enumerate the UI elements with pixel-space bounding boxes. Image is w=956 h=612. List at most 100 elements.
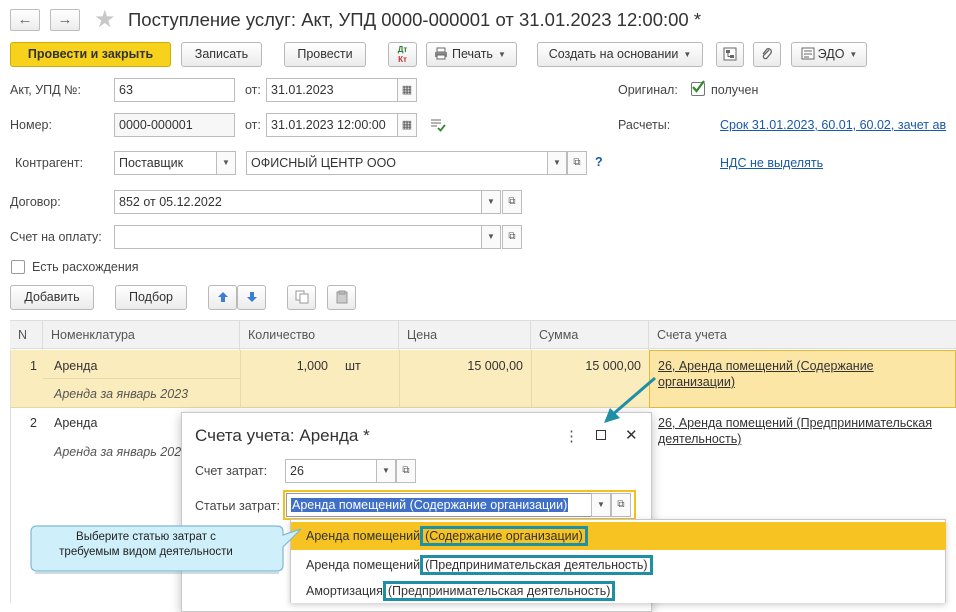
copy-icon: [295, 290, 308, 304]
column-accounts[interactable]: Счета учета: [649, 321, 956, 350]
dropdown-item-name: Аренда помещений: [306, 529, 421, 543]
chevron-down-icon[interactable]: ▼: [481, 225, 501, 249]
cost-items-field[interactable]: Аренда помещений (Содержание организации…: [286, 493, 592, 517]
dt-kt-button[interactable]: Дт Кт: [388, 42, 417, 67]
add-row-button[interactable]: Добавить: [10, 285, 94, 310]
arrow-up-icon: [217, 292, 228, 302]
edo-label: ЭДО: [817, 47, 845, 61]
pick-button[interactable]: Подбор: [115, 285, 187, 310]
move-down-button[interactable]: [237, 285, 266, 310]
cost-account-label: Счет затрат:: [195, 464, 268, 478]
kt-label: Кт: [398, 55, 407, 64]
original-value: получен: [711, 83, 759, 97]
checkmark-icon: [692, 80, 705, 93]
number-date-field[interactable]: 31.01.2023 12:00:00: [266, 113, 398, 137]
row-sum[interactable]: 15 000,00: [531, 359, 641, 373]
column-price[interactable]: Цена: [399, 321, 531, 350]
original-checkbox[interactable]: [691, 80, 705, 96]
row-accounts-link-cont[interactable]: организации): [658, 375, 735, 389]
save-button[interactable]: Записать: [181, 42, 262, 67]
dropdown-item-activity: (Содержание организации): [420, 526, 588, 546]
chevron-down-icon[interactable]: ▼: [216, 151, 236, 175]
attach-button[interactable]: [753, 42, 781, 67]
settlements-link[interactable]: Срок 31.01.2023, 60.01, 60.02, зачет ав: [720, 118, 946, 132]
callout-text: Выберите статью затрат с требуемым видом…: [36, 530, 256, 560]
chevron-down-icon[interactable]: ▼: [547, 151, 567, 175]
column-sum[interactable]: Сумма: [531, 321, 649, 350]
row-item-note[interactable]: Аренда за январь 2023: [54, 445, 188, 459]
cost-account-field[interactable]: 26: [285, 459, 377, 483]
cost-items-label: Статьи затрат:: [195, 499, 280, 513]
dropdown-item[interactable]: Аренда помещений (Предпринимательская дея…: [291, 551, 946, 579]
post-and-close-button[interactable]: Провести и закрыть: [10, 42, 171, 67]
row-accounts-link[interactable]: 26, Аренда помещений (Предпринимательска…: [658, 416, 932, 430]
row-item-note[interactable]: Аренда за январь 2023: [54, 387, 188, 401]
structure-button[interactable]: [716, 42, 744, 67]
forward-button[interactable]: →: [50, 9, 80, 31]
number-field[interactable]: 0000-000001: [114, 113, 235, 137]
act-date-field[interactable]: 31.01.2023: [266, 78, 398, 102]
table-row[interactable]: 1 Аренда Аренда за январь 2023 1,000 шт …: [10, 350, 956, 408]
dropdown-item-name: Амортизация: [306, 584, 383, 598]
chevron-down-icon[interactable]: ▼: [376, 459, 396, 483]
discrepancy-checkbox[interactable]: [11, 260, 25, 274]
open-icon[interactable]: ⧉: [611, 493, 631, 517]
calendar-icon[interactable]: ▦: [397, 113, 417, 137]
chevron-down-icon[interactable]: ▼: [481, 190, 501, 214]
row-accounts-link[interactable]: 26, Аренда помещений (Содержание: [658, 359, 874, 373]
counterparty-type-field[interactable]: Поставщик: [114, 151, 217, 175]
arrow-down-icon: [246, 292, 257, 302]
back-button[interactable]: ←: [10, 9, 40, 31]
row-number: 2: [30, 416, 37, 430]
document-status-icon: [431, 119, 446, 132]
counterparty-field[interactable]: ОФИСНЫЙ ЦЕНТР ООО: [246, 151, 548, 175]
dropdown-item-selected[interactable]: Аренда помещений (Содержание организации): [291, 522, 946, 550]
invoice-field[interactable]: [114, 225, 482, 249]
move-up-button[interactable]: [208, 285, 237, 310]
act-number-field[interactable]: 63: [114, 78, 235, 102]
paste-button[interactable]: [327, 285, 356, 310]
chevron-down-icon[interactable]: ▼: [591, 493, 611, 517]
column-n[interactable]: N: [10, 321, 43, 350]
favorite-star-icon[interactable]: ★: [94, 5, 116, 34]
open-icon[interactable]: ⧉: [567, 151, 587, 175]
create-based-label: Создать на основании: [548, 47, 679, 61]
help-icon[interactable]: ?: [595, 155, 603, 169]
dropdown-item-activity: (Предпринимательская деятельность): [382, 581, 616, 601]
contract-label: Договор:: [10, 195, 61, 209]
contract-field[interactable]: 852 от 05.12.2022: [114, 190, 482, 214]
printer-icon: [435, 47, 447, 60]
print-button[interactable]: Печать ▼: [426, 42, 517, 67]
more-icon[interactable]: ⋮: [564, 427, 579, 445]
row-unit[interactable]: шт: [345, 359, 361, 373]
chevron-down-icon: ▼: [497, 50, 506, 59]
open-icon[interactable]: ⧉: [502, 225, 522, 249]
create-based-on-button[interactable]: Создать на основании ▼: [537, 42, 703, 67]
row-qty[interactable]: 1,000: [240, 359, 328, 373]
counterparty-label: Контрагент:: [15, 156, 84, 170]
copy-button[interactable]: [287, 285, 316, 310]
dropdown-item-activity: (Предпринимательская деятельность): [420, 555, 653, 575]
number-date-label: от:: [245, 118, 261, 132]
column-qty[interactable]: Количество: [240, 321, 399, 350]
act-number-label: Акт, УПД №:: [10, 83, 81, 97]
post-button[interactable]: Провести: [284, 42, 366, 67]
column-item[interactable]: Номенклатура: [43, 321, 240, 350]
dt-label: Дт: [397, 45, 408, 54]
dropdown-item[interactable]: Амортизация (Предпринимательская деятельн…: [291, 577, 946, 605]
row-accounts-link-cont[interactable]: деятельность): [658, 432, 741, 446]
row-item[interactable]: Аренда: [54, 359, 97, 373]
discrepancy-label: Есть расхождения: [32, 260, 139, 274]
document-structure-icon: [723, 47, 737, 61]
row-item[interactable]: Аренда: [54, 416, 97, 430]
open-icon[interactable]: ⧉: [502, 190, 522, 214]
original-label: Оригинал:: [618, 83, 678, 97]
row-price[interactable]: 15 000,00: [399, 359, 523, 373]
pointer-arrow: [604, 376, 656, 423]
vat-link[interactable]: НДС не выделять: [720, 156, 823, 170]
calendar-icon[interactable]: ▦: [397, 78, 417, 102]
invoice-label: Счет на оплату:: [10, 230, 102, 244]
open-icon[interactable]: ⧉: [396, 459, 416, 483]
edo-button[interactable]: ЭДО ▼: [791, 42, 867, 67]
arrow-left-icon: ←: [17, 11, 33, 28]
